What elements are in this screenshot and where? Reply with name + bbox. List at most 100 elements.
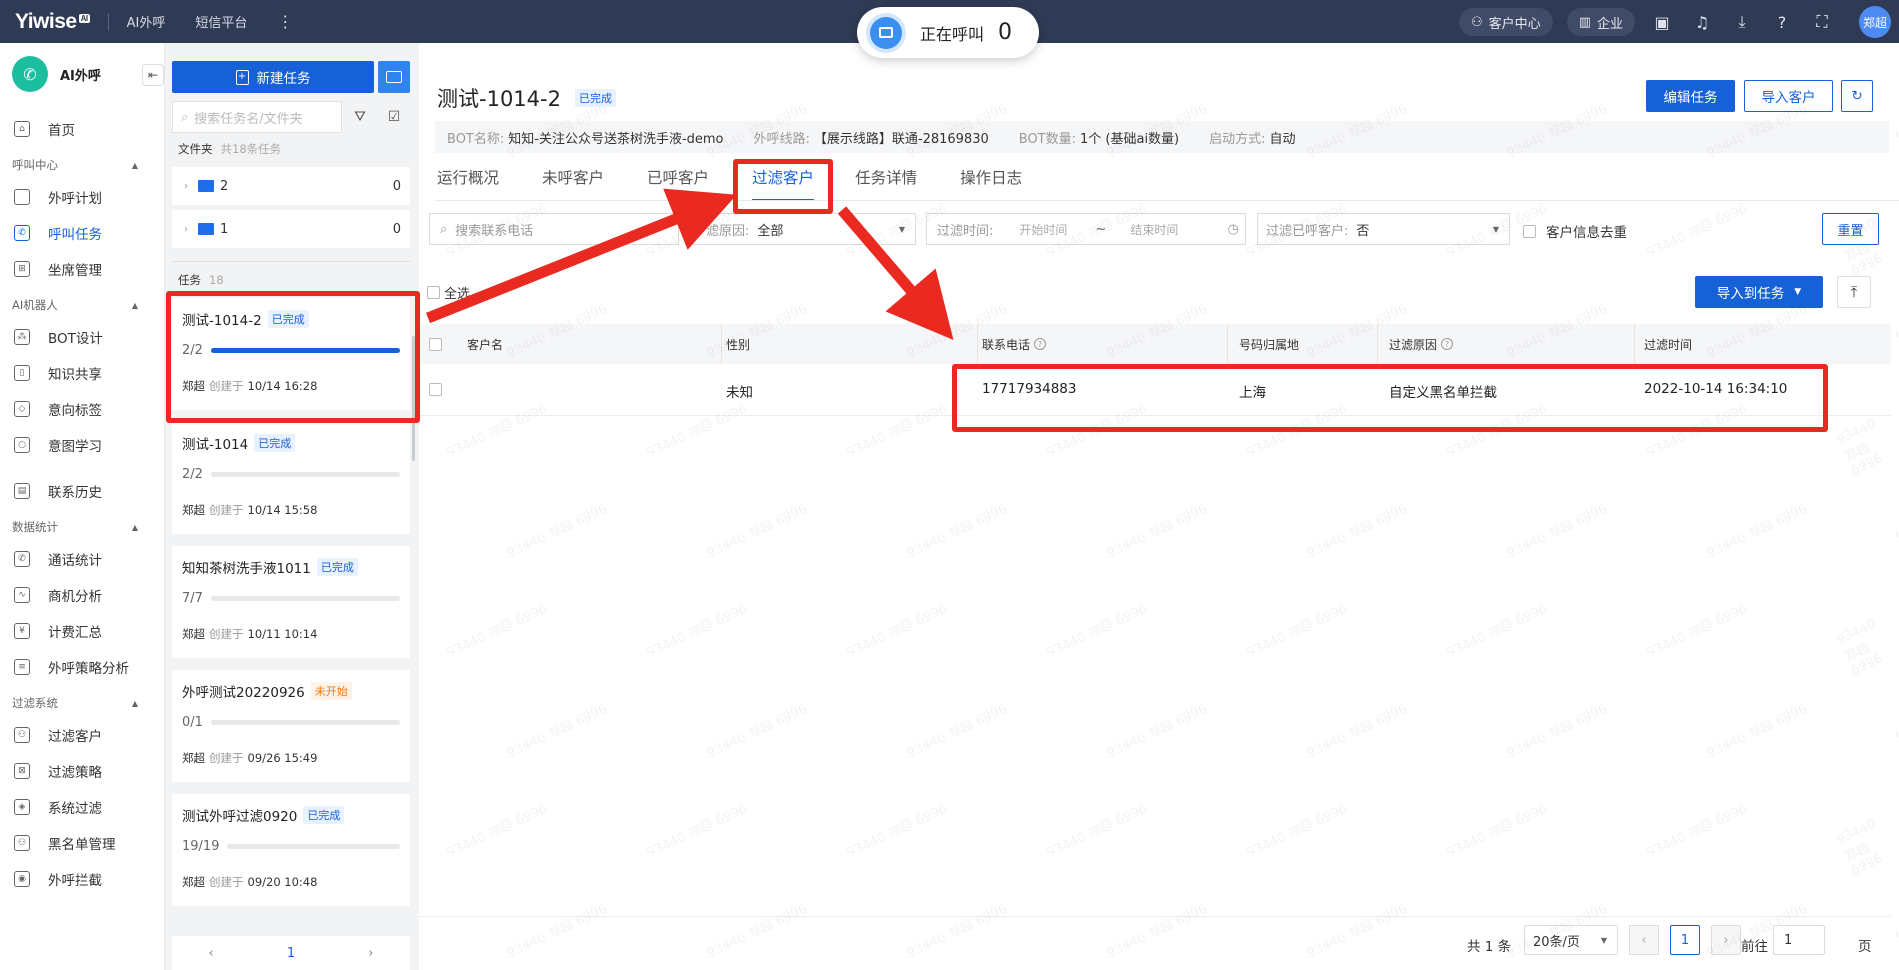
task-card[interactable]: 测试-1014 已完成 2/2 郑超 创建于 10/14 15:58 [172,422,410,534]
sidebar-item-opportunity-analysis[interactable]: ∿ 商机分析 [0,577,164,613]
task-card[interactable]: 测试-1014-2 已完成 2/2 郑超 创建于 10/14 16:28 [172,298,410,410]
sidebar-item-call-task[interactable]: ✆ 呼叫任务 [0,215,164,251]
goto-label: 前往 [1741,939,1768,955]
start-time-input[interactable]: 开始时间 [1019,221,1067,238]
sidebar-item-billing-summary[interactable]: ¥ 计费汇总 [0,613,164,649]
help-icon[interactable]: ? [1441,338,1454,350]
filter-time-label: 过滤时间: [937,223,994,239]
enterprise-button[interactable]: ▥ 企业 [1566,8,1635,36]
filter-called-select[interactable]: 过滤已呼客户: 否 ▼ [1257,213,1510,245]
next-page-icon[interactable]: › [368,946,373,961]
sidebar-item-label: 外呼策略分析 [48,661,129,677]
header-checkbox[interactable] [429,337,442,351]
collapse-sidebar-icon[interactable]: ⇤ [142,64,164,86]
sidebar-item-call-stats[interactable]: ✆ 通话统计 [0,541,164,577]
nav-group-call-center[interactable]: 呼叫中心 ▲ [0,151,164,179]
cell-location: 上海 [1239,385,1266,401]
sidebar-item-contact-history[interactable]: ▤ 联系历史 [0,473,164,509]
filter-reason-select[interactable]: 滤原因: 全部 ▼ [691,213,916,245]
calling-status-widget[interactable]: 正在呼叫 0 [857,7,1039,58]
nav-group-filter-system[interactable]: 过滤系统 ▲ [0,689,164,717]
prev-page-button[interactable]: ‹ [1629,925,1659,955]
search-icon: ⌕ [440,221,448,237]
current-page[interactable]: 1 [287,946,295,961]
goto-page-input[interactable]: 1 [1773,925,1825,955]
page-size-select[interactable]: 20条/页 ▼ [1524,925,1618,955]
sidebar-item-intent-tags[interactable]: ◇ 意向标签 [0,391,164,427]
checkbox[interactable] [1523,224,1536,238]
new-task-button[interactable]: + 新建任务 [172,61,374,93]
phone-search-input[interactable]: ⌕ 搜索联系电话 [429,213,679,245]
nav-ai-call[interactable]: AI外呼 [127,12,166,31]
sidebar-item-seat-management[interactable]: ⊞ 坐席管理 [0,251,164,287]
tab-task-detail[interactable]: 任务详情 [855,159,935,201]
task-card-title: 知知茶树洗手液1011 已完成 [182,557,400,577]
sidebar-item-knowledge-share[interactable]: ▯ 知识共享 [0,355,164,391]
avatar[interactable]: 郑超 [1859,6,1891,38]
row-checkbox[interactable] [429,383,442,396]
task-list-pagination: ‹ 1 › [172,936,410,970]
help-icon[interactable]: ? [1769,9,1795,35]
nav-sms-platform[interactable]: 短信平台 [195,12,247,31]
task-card[interactable]: 外呼测试20220926 未开始 0/1 郑超 创建于 09/26 15:49 [172,670,410,782]
table-row[interactable]: 未知 17717934883 上海 自定义黑名单拦截 2022-10-14 16… [419,364,1891,416]
nav-group-statistics[interactable]: 数据统计 ▲ [0,513,164,541]
fullscreen-icon[interactable]: ⛶ [1809,9,1835,35]
nav-group-label: 过滤系统 [12,696,58,710]
sidebar-item-bot-design[interactable]: ⁂ BOT设计 [0,319,164,355]
sidebar: ✆ AI外呼 ⇤ ⌂ 首页 呼叫中心 ▲ 外呼计划 ✆ 呼叫任务 ⊞ 坐席管理 AI机器… [0,43,165,970]
page-number[interactable]: 1 [1670,925,1700,955]
progress-bar [210,596,400,601]
sidebar-item-outbound-plan[interactable]: 外呼计划 [0,179,164,215]
task-list-panel: + 新建任务 ⌕ 搜索任务名/文件夹 ⛛ ☑ 文件夹 共18条任务 › 2 0 › 1 0 任… [165,43,415,970]
sidebar-item-filtered-customers[interactable]: ⚇ 过滤客户 [0,717,164,753]
task-card[interactable]: 测试外呼过滤0920 已完成 19/19 郑超 创建于 09/20 10:48 [172,794,410,906]
task-tabs: 运行概况 未呼客户 已呼客户 过滤客户 任务详情 操作日志 [437,159,1065,201]
tab-overview[interactable]: 运行概况 [437,159,517,201]
help-icon[interactable]: ? [1034,338,1047,350]
checkbox[interactable] [427,286,440,299]
dedupe-checkbox[interactable]: 客户信息去重 [1523,221,1627,241]
folder-item[interactable]: › 2 0 [172,167,410,205]
tab-called[interactable]: 已呼客户 [647,159,727,201]
multi-select-icon[interactable]: ☑ [378,101,410,133]
monitor-icon[interactable]: ▣ [1649,9,1675,35]
sidebar-item-home[interactable]: ⌂ 首页 [0,111,164,147]
prev-page-icon[interactable]: ‹ [209,946,214,961]
sidebar-item-strategy-analysis[interactable]: ≡ 外呼策略分析 [0,649,164,685]
sidebar-item-system-filter[interactable]: ◈ 系统过滤 [0,789,164,825]
folder-item[interactable]: › 1 0 [172,210,410,248]
end-time-input[interactable]: 结束时间 [1130,221,1178,238]
reset-button[interactable]: 重置 [1822,213,1879,245]
caret-up-icon: ▲ [131,160,138,170]
upload-icon[interactable]: ⤒ [1837,276,1871,308]
customer-center-button[interactable]: ⚇ 客户中心 [1459,8,1553,36]
tab-filtered[interactable]: 过滤客户 [752,159,815,201]
bell-icon[interactable]: ♫ [1689,9,1715,35]
edit-task-button[interactable]: 编辑任务 [1646,80,1735,112]
sidebar-item-blacklist[interactable]: ⚇ 黑名单管理 [0,825,164,861]
new-folder-button[interactable] [378,61,410,93]
refresh-icon[interactable]: ↻ [1841,80,1873,112]
task-card[interactable]: 知知茶树洗手液1011 已完成 7/7 郑超 创建于 10/11 10:14 [172,546,410,658]
sidebar-item-filter-strategy[interactable]: ⊠ 过滤策略 [0,753,164,789]
chevron-right-icon: › [184,180,188,192]
tab-operation-log[interactable]: 操作日志 [960,159,1040,201]
download-icon[interactable]: ⤓ [1729,9,1755,35]
sidebar-item-intent-learning[interactable]: ○ 意图学习 [0,427,164,463]
history-icon: ▤ [14,483,30,499]
filter-time-range[interactable]: 过滤时间: 开始时间 ~ 结束时间 ◷ [926,213,1246,245]
import-to-task-button[interactable]: 导入到任务 ▼ [1695,276,1823,308]
more-icon[interactable]: ⋮ [277,12,293,31]
cell-gender: 未知 [726,385,753,401]
sidebar-item-outbound-intercept[interactable]: ◉ 外呼拦截 [0,861,164,897]
nav-group-ai-robot[interactable]: AI机器人 ▲ [0,291,164,319]
yiwise-logo[interactable]: Yiwise AI [15,10,90,34]
tab-uncalled[interactable]: 未呼客户 [542,159,622,201]
select-all-checkbox[interactable]: 全选 [427,283,470,302]
import-customer-button[interactable]: 导入客户 [1744,80,1833,112]
task-list-scrollbar[interactable] [412,336,415,461]
filter-icon[interactable]: ⛛ [344,101,376,133]
next-page-button[interactable]: › [1711,925,1741,955]
task-search-input[interactable]: ⌕ 搜索任务名/文件夹 [172,101,342,133]
